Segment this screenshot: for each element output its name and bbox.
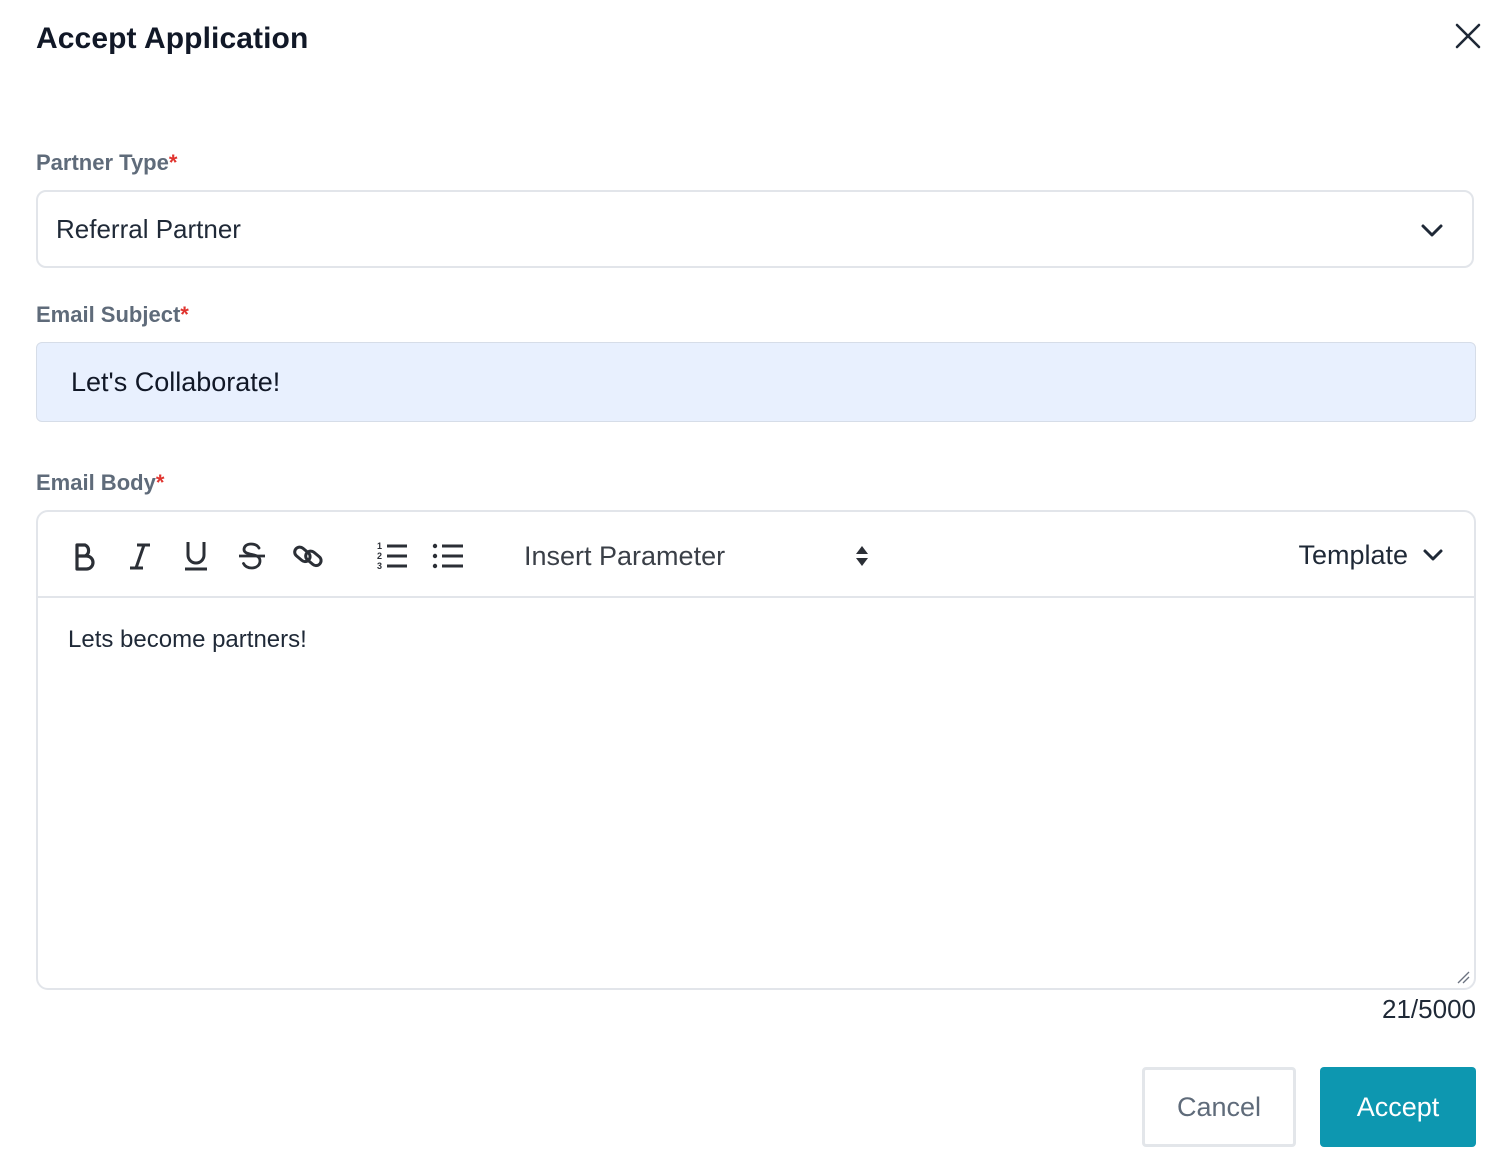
close-icon: [1455, 23, 1481, 49]
strikethrough-button[interactable]: [232, 536, 272, 576]
underline-icon: [185, 542, 207, 571]
svg-text:1: 1: [377, 541, 382, 551]
svg-text:2: 2: [377, 551, 382, 561]
required-mark: *: [155, 470, 165, 495]
cancel-button[interactable]: Cancel: [1142, 1067, 1296, 1147]
italic-button[interactable]: [120, 536, 160, 576]
email-body-label: Email Body*: [36, 470, 165, 495]
resize-handle-icon[interactable]: [1456, 970, 1470, 984]
chevron-down-icon: [1421, 224, 1443, 237]
bullet-list-button[interactable]: [428, 536, 468, 576]
email-body-editor: 1 2 3 Insert Parameter Template Lets bec…: [36, 510, 1476, 990]
link-button[interactable]: [288, 536, 328, 576]
dialog-title: Accept Application: [36, 22, 309, 55]
svg-text:3: 3: [377, 561, 382, 571]
required-mark: *: [180, 302, 189, 327]
chevron-down-icon: [1423, 549, 1443, 561]
bold-icon: [75, 543, 95, 571]
email-body-textarea[interactable]: Lets become partners!: [38, 598, 1474, 988]
underline-button[interactable]: [176, 536, 216, 576]
insert-parameter-select[interactable]: Insert Parameter: [510, 530, 870, 582]
strikethrough-icon: [239, 542, 265, 570]
accept-application-dialog: Accept Application Partner Type* Referra…: [0, 0, 1512, 1174]
ordered-list-button[interactable]: 1 2 3: [372, 536, 412, 576]
character-count: 21/5000: [1382, 994, 1476, 1024]
insert-parameter-label: Insert Parameter: [524, 540, 726, 571]
template-dropdown[interactable]: Template: [1298, 532, 1444, 578]
italic-icon: [130, 543, 150, 570]
ordered-list-icon: 1 2 3: [377, 541, 407, 571]
sort-arrows-icon: [856, 546, 868, 566]
close-button[interactable]: [1448, 16, 1488, 56]
template-label: Template: [1298, 539, 1408, 570]
partner-type-select[interactable]: Referral Partner: [36, 190, 1474, 268]
accept-button[interactable]: Accept: [1320, 1067, 1476, 1147]
required-mark: *: [168, 150, 178, 175]
email-subject-label: Email Subject*: [36, 302, 189, 327]
bold-button[interactable]: [64, 536, 104, 576]
bullet-list-icon: [432, 543, 463, 569]
editor-toolbar: 1 2 3 Insert Parameter Template: [38, 512, 1474, 598]
link-icon: [293, 545, 323, 568]
partner-type-label: Partner Type*: [36, 150, 178, 175]
partner-type-value: Referral Partner: [56, 213, 241, 244]
email-subject-input[interactable]: [36, 342, 1476, 422]
